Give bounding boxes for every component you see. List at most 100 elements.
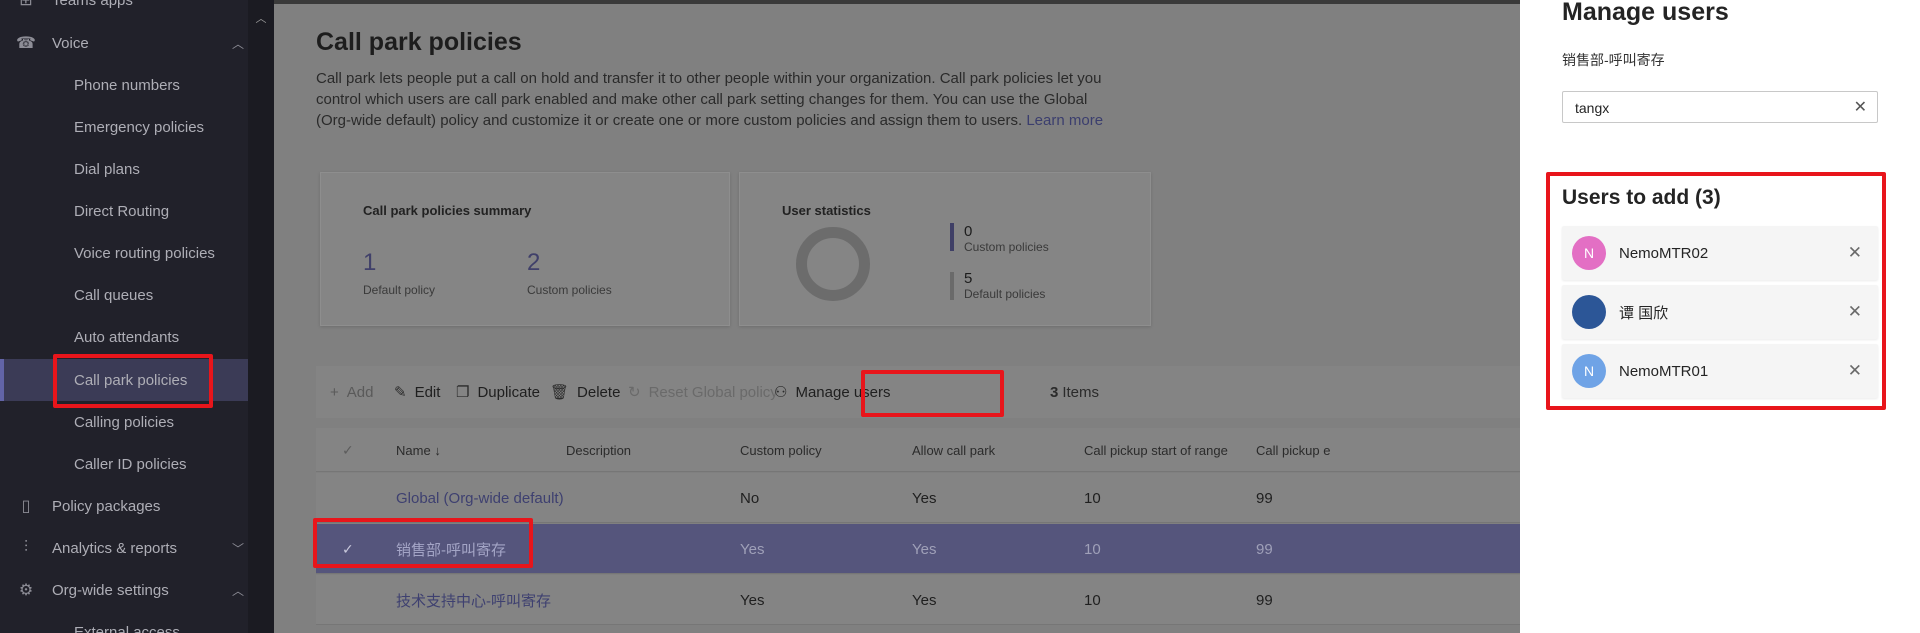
pencil-icon: ✎ <box>394 384 407 401</box>
custom-policy-label: Custom policies <box>527 283 612 297</box>
allow-call-park-cell: Yes <box>912 489 937 507</box>
user-card: N NemoMTR01 ✕ <box>1562 344 1878 398</box>
sidebar-item-call-queues[interactable]: Call queues <box>0 274 248 316</box>
add-button[interactable]: + Add <box>330 366 373 418</box>
summary-card: Call park policies summary 1 Default pol… <box>320 172 730 326</box>
policy-name-link[interactable]: 销售部-呼叫寄存 <box>396 524 506 574</box>
user-statistics-donut <box>796 227 870 301</box>
scroll-up-icon[interactable]: ︿ <box>255 10 267 25</box>
table-row[interactable]: Global (Org-wide default) No Yes 10 99 <box>316 473 1520 523</box>
column-name[interactable]: Name ↓ <box>396 428 441 472</box>
allow-call-park-cell: Yes <box>912 591 937 609</box>
allow-call-park-cell: Yes <box>912 540 937 558</box>
users-to-add-heading: Users to add (3) <box>1562 186 1721 209</box>
manage-users-panel: Manage users 销售部-呼叫寄存 ✕ Users to add (3)… <box>1520 0 1920 633</box>
default-users-label: Default policies <box>964 287 1046 301</box>
sidebar-item-org-wide-settings[interactable]: ⚙ Org-wide settings ︿ <box>0 569 248 611</box>
user-card: N NemoMTR02 ✕ <box>1562 226 1878 280</box>
sidebar-item-direct-routing[interactable]: Direct Routing <box>0 190 248 232</box>
sidebar-item-phone-numbers[interactable]: Phone numbers <box>0 64 248 106</box>
column-pickup-end[interactable]: Call pickup e <box>1256 428 1330 472</box>
remove-user-icon[interactable]: ✕ <box>1848 226 1862 280</box>
panel-policy-name: 销售部-呼叫寄存 <box>1562 52 1665 68</box>
user-name: NemoMTR01 <box>1619 362 1709 380</box>
reset-global-policy-button[interactable]: ↻ Reset Global policy <box>628 366 778 418</box>
chevron-down-icon: ﹀ <box>231 541 244 556</box>
sort-arrow-icon: ↓ <box>434 442 441 458</box>
default-users-value: 5 <box>964 270 973 287</box>
chevron-up-icon: ︿ <box>231 583 244 598</box>
phone-icon: ☎ <box>16 35 36 52</box>
policy-name-link[interactable]: 技术支持中心-呼叫寄存 <box>396 575 551 625</box>
manage-users-button[interactable]: ⚇ Manage users <box>774 366 891 418</box>
user-card: 谭 国欣 ✕ <box>1562 285 1878 339</box>
remove-user-icon[interactable]: ✕ <box>1848 285 1862 339</box>
reset-icon: ↻ <box>628 384 641 401</box>
avatar <box>1572 295 1606 329</box>
edit-button[interactable]: ✎ Edit <box>394 366 440 418</box>
pickup-start-cell: 10 <box>1084 489 1101 507</box>
chevron-up-icon: ︿ <box>231 36 244 51</box>
copy-icon: ❐ <box>456 384 470 401</box>
learn-more-link[interactable]: Learn more <box>1026 112 1103 129</box>
sidebar-item-caller-id-policies[interactable]: Caller ID policies <box>0 443 248 485</box>
avatar: N <box>1572 354 1606 388</box>
column-description[interactable]: Description <box>566 428 631 472</box>
delete-button[interactable]: 🗑 Delete <box>550 366 620 418</box>
column-pickup-start[interactable]: Call pickup start of range <box>1084 428 1228 472</box>
pickup-end-cell: 99 <box>1256 540 1273 558</box>
select-all-checkbox[interactable]: ✓ <box>342 428 354 472</box>
checkmark-icon: ✓ <box>342 441 354 458</box>
sidebar-item-auto-attendants[interactable]: Auto attendants <box>0 316 248 358</box>
avatar: N <box>1572 236 1606 270</box>
custom-policy-count: 2 <box>527 249 541 276</box>
pickup-end-cell: 99 <box>1256 591 1273 609</box>
column-custom-policy[interactable]: Custom policy <box>740 428 822 472</box>
table-row[interactable]: ✓ 销售部-呼叫寄存 Yes Yes 10 99 <box>316 524 1520 574</box>
custom-policy-cell: No <box>740 489 760 507</box>
package-icon: ▯ <box>21 498 31 515</box>
default-policy-count: 1 <box>363 249 377 276</box>
custom-policy-cell: Yes <box>740 591 765 609</box>
panel-title: Manage users <box>1562 0 1729 26</box>
pickup-start-cell: 10 <box>1084 540 1101 558</box>
table-header: ✓ Name ↓ Description Custom policy Allow… <box>316 428 1520 472</box>
column-allow-call-park[interactable]: Allow call park <box>912 428 995 472</box>
user-search-input[interactable] <box>1575 98 1835 118</box>
checkmark-icon: ✓ <box>342 540 354 557</box>
sidebar-item-emergency-policies[interactable]: Emergency policies <box>0 106 248 148</box>
row-checkbox[interactable]: ✓ <box>342 524 354 574</box>
gear-icon: ⚙ <box>18 582 34 599</box>
active-indicator <box>0 359 4 401</box>
summary-card-title: Call park policies summary <box>363 203 532 218</box>
command-toolbar: + Add ✎ Edit ❐ Duplicate 🗑 Delete ↻ Reset Glo… <box>316 366 1520 418</box>
items-count: 3 Items <box>1050 383 1100 401</box>
custom-legend-bar <box>950 223 954 251</box>
close-icon[interactable]: ✕ <box>1854 99 1867 117</box>
sidebar-item-dial-plans[interactable]: Dial plans <box>0 148 248 190</box>
sidebar-item-calling-policies[interactable]: Calling policies <box>0 401 248 443</box>
default-policy-label: Default policy <box>363 283 436 297</box>
remove-user-icon[interactable]: ✕ <box>1848 344 1862 398</box>
sidebar-item-analytics-reports[interactable]: ⫶ Analytics & reports ﹀ <box>0 527 248 569</box>
custom-users-value: 0 <box>964 223 973 240</box>
trash-icon: 🗑 <box>550 384 570 401</box>
policy-name-link[interactable]: Global (Org-wide default) <box>396 473 564 523</box>
page-description: Call park lets people put a call on hold… <box>316 70 1104 129</box>
sidebar-item-voice-routing-policies[interactable]: Voice routing policies <box>0 232 248 274</box>
sidebar-item-external-access[interactable]: External access <box>0 611 248 633</box>
user-name: 谭 国欣 <box>1619 304 1669 322</box>
analytics-icon: ⫶ <box>23 539 28 556</box>
sidebar-item-teams-apps[interactable]: ⊞ Teams apps <box>0 0 248 21</box>
sidebar-item-call-park-policies[interactable]: Call park policies <box>0 359 248 401</box>
main-content: Call park policies Call park lets people… <box>274 0 1520 633</box>
duplicate-button[interactable]: ❐ Duplicate <box>456 366 540 418</box>
sidebar-scrollbar[interactable]: ︿ <box>248 0 274 633</box>
user-statistics-title: User statistics <box>782 203 871 218</box>
table-row[interactable]: 技术支持中心-呼叫寄存 Yes Yes 10 99 <box>316 575 1520 625</box>
user-search-box: ✕ <box>1562 91 1878 123</box>
sidebar-item-policy-packages[interactable]: ▯ Policy packages <box>0 485 248 527</box>
sidebar-item-voice[interactable]: ☎ Voice ︿ <box>0 22 248 64</box>
apps-icon: ⊞ <box>19 0 33 9</box>
page-title: Call park policies <box>316 28 522 56</box>
